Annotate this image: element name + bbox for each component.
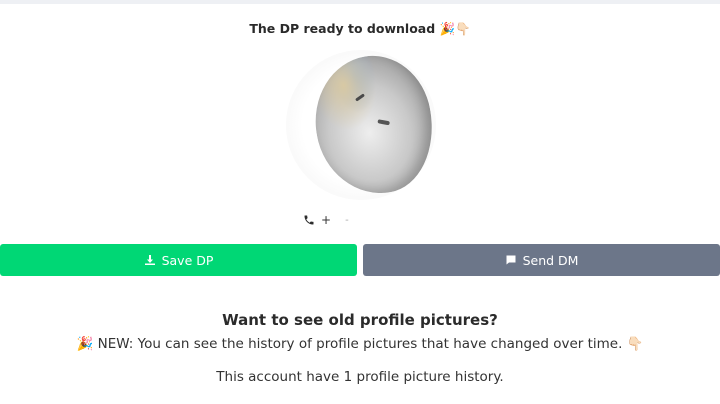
message-icon (505, 254, 517, 266)
save-dp-label: Save DP (161, 252, 214, 268)
history-heading: Want to see old profile pictures? (222, 311, 498, 329)
send-dm-button[interactable]: Send DM (363, 244, 720, 276)
phone-row: + - (303, 213, 349, 227)
phone-prefix: + (321, 213, 332, 227)
profile-picture[interactable] (286, 46, 444, 240)
phone-number: - (345, 214, 349, 226)
download-icon (144, 254, 156, 266)
page-title: The DP ready to download 🎉👇🏻 (249, 21, 471, 36)
save-dp-button[interactable]: Save DP (0, 244, 357, 276)
phone-icon (303, 214, 315, 226)
send-dm-label: Send DM (522, 252, 579, 268)
history-note: 🎉 NEW: You can see the history of profil… (76, 336, 644, 352)
history-count: This account have 1 profile picture hist… (216, 369, 504, 385)
avatar-detail (377, 119, 390, 126)
avatar-detail (355, 93, 365, 102)
top-divider (0, 0, 720, 4)
